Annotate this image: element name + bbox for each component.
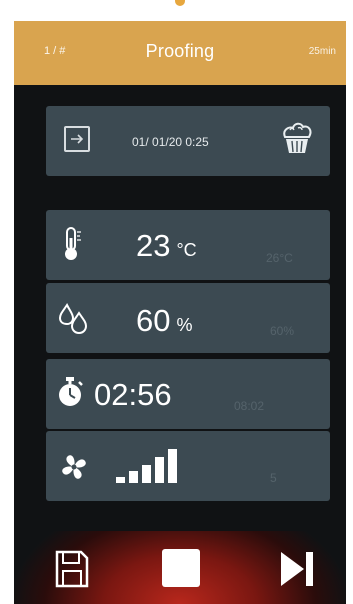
total-time: 08:02 [234,399,265,413]
control-bar [14,531,346,604]
program-info-card[interactable]: 01/ 01/20 0:25 [46,106,330,176]
target-temperature: 26°C [266,251,293,265]
save-icon[interactable] [54,549,90,589]
page-title: Proofing [145,41,215,61]
timer-card[interactable]: 02:56 08:02 [46,359,330,429]
start-datetime: 01/ 01/20 0:25 [132,135,209,149]
target-humidity: 60% [270,324,295,338]
current-humidity: 60% [136,303,193,338]
header-bar: 1 / # Proofing 25min [14,21,346,85]
top-indicator [175,0,185,6]
stopwatch-icon [59,377,83,406]
fan-icon [62,455,86,479]
temperature-card[interactable]: 23 °C 26°C [46,210,330,280]
fan-card[interactable]: 5 [46,431,330,501]
arrow-right-icon[interactable] [64,126,90,152]
skip-next-icon[interactable] [278,549,318,589]
cupcake-icon [283,122,312,153]
fan-speed-bars [116,449,177,483]
remaining-time: 02:56 [94,377,172,412]
app-screen: 1 / # Proofing 25min 01/ 01/20 0:25 23 °C… [14,21,346,604]
humidity-drops-icon [58,303,88,335]
current-temperature: 23 °C [136,228,197,263]
target-fan-level: 5 [270,471,277,485]
thermometer-icon [65,227,81,260]
humidity-card[interactable]: 60% 60% [46,283,330,353]
program-duration: 25min [308,46,336,57]
stop-icon[interactable] [160,547,202,589]
